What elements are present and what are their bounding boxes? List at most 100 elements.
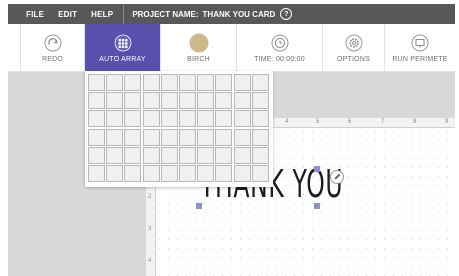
array-grid-cell[interactable] <box>251 146 269 164</box>
array-grid-cell[interactable] <box>106 128 124 146</box>
array-grid-cell[interactable] <box>233 110 251 128</box>
array-grid-cell[interactable] <box>178 92 196 110</box>
ruler-tick: 4 <box>148 258 152 264</box>
array-grid-cell[interactable] <box>215 92 233 110</box>
color-swatch-icon <box>189 33 209 53</box>
toolbar: REDO AUTO ARRAY BIRCH TIME: 00:00:00 OPT… <box>8 24 455 72</box>
array-grid-cell[interactable] <box>197 110 215 128</box>
ruler-tick: 2 <box>148 194 152 200</box>
array-grid-cell[interactable] <box>251 164 269 182</box>
array-grid-cell[interactable] <box>88 92 105 110</box>
time-label: TIME: 00:00:00 <box>254 56 305 63</box>
array-grid-cell[interactable] <box>106 92 124 110</box>
array-grid-cell[interactable] <box>215 128 233 146</box>
perimeter-icon <box>411 33 429 53</box>
array-grid-cell[interactable] <box>124 128 142 146</box>
array-grid-cell[interactable] <box>142 74 160 91</box>
options-button[interactable]: OPTIONS <box>323 24 385 71</box>
array-grid-cell[interactable] <box>142 110 160 128</box>
project-name[interactable]: THANK YOU CARD <box>203 10 276 19</box>
clock-icon <box>271 33 289 53</box>
array-grid-cell[interactable] <box>142 92 160 110</box>
array-grid-cell[interactable] <box>233 128 251 146</box>
redo-icon <box>44 33 62 53</box>
array-grid-cell[interactable] <box>233 74 251 91</box>
run-perimeter-button[interactable]: RUN PERIMETE <box>385 24 455 71</box>
array-grid-cell[interactable] <box>178 164 196 182</box>
help-icon[interactable]: ? <box>280 8 293 20</box>
resize-handle[interactable] <box>196 203 202 209</box>
array-grid-cell[interactable] <box>215 110 233 128</box>
array-grid-cell[interactable] <box>197 128 215 146</box>
array-grid-cell[interactable] <box>124 164 142 182</box>
ruler-tick: 3 <box>148 226 152 232</box>
array-grid-cell[interactable] <box>88 74 105 91</box>
array-grid-cell[interactable] <box>233 164 251 182</box>
auto-array-button[interactable]: AUTO ARRAY <box>85 24 161 71</box>
array-grid-cell[interactable] <box>160 164 178 182</box>
resize-handle[interactable] <box>314 166 320 172</box>
array-grid-cell[interactable] <box>251 128 269 146</box>
array-grid-cell[interactable] <box>215 74 233 91</box>
array-grid-cell[interactable] <box>251 74 269 91</box>
menu-edit[interactable]: EDIT <box>58 10 77 19</box>
grid-icon <box>114 33 132 53</box>
array-grid-cell[interactable] <box>142 146 160 164</box>
menu-bar: FILE EDIT HELP PROJECT NAME: THANK YOU C… <box>8 4 455 24</box>
array-grid-cell[interactable] <box>142 164 160 182</box>
array-grid-cell[interactable] <box>160 92 178 110</box>
edit-text-button[interactable] <box>330 170 344 184</box>
menu-file[interactable]: FILE <box>26 10 44 19</box>
array-grid-cell[interactable] <box>106 146 124 164</box>
array-grid-cell[interactable] <box>197 74 215 91</box>
array-grid-cell[interactable] <box>88 128 105 146</box>
array-grid-cell[interactable] <box>197 146 215 164</box>
array-grid-cell[interactable] <box>197 92 215 110</box>
ruler-tick: 6 <box>348 119 352 125</box>
array-grid-cell[interactable] <box>124 92 142 110</box>
array-grid-cell[interactable] <box>160 74 178 91</box>
array-grid-cell[interactable] <box>124 146 142 164</box>
auto-array-popup <box>85 71 273 187</box>
time-button[interactable]: TIME: 00:00:00 <box>237 24 323 71</box>
array-grid-cell[interactable] <box>124 74 142 91</box>
run-perimeter-label: RUN PERIMETE <box>392 56 448 63</box>
material-label: BIRCH <box>187 56 210 63</box>
ruler-tick: 5 <box>316 119 320 125</box>
material-button[interactable]: BIRCH <box>161 24 237 71</box>
pencil-icon <box>333 168 342 186</box>
array-grid-cell[interactable] <box>142 128 160 146</box>
redo-label: REDO <box>41 56 64 63</box>
menu-help[interactable]: HELP <box>91 10 113 19</box>
array-grid-cell[interactable] <box>178 110 196 128</box>
array-grid-cell[interactable] <box>88 110 105 128</box>
array-grid-cell[interactable] <box>160 110 178 128</box>
array-grid-cell[interactable] <box>88 146 105 164</box>
project-name-label: PROJECT NAME: <box>132 9 199 19</box>
redo-button[interactable]: REDO <box>21 24 85 71</box>
array-grid-cell[interactable] <box>197 164 215 182</box>
array-grid-cell[interactable] <box>178 74 196 91</box>
array-grid-cell[interactable] <box>160 146 178 164</box>
resize-handle[interactable] <box>314 203 320 209</box>
array-grid-cell[interactable] <box>88 164 105 182</box>
toolbar-edge <box>8 24 21 71</box>
array-grid-cell[interactable] <box>106 164 124 182</box>
gear-icon <box>345 33 363 53</box>
array-grid-cell[interactable] <box>178 128 196 146</box>
ruler-tick: 7 <box>381 119 385 125</box>
array-grid-cell[interactable] <box>251 92 269 110</box>
array-grid-cell[interactable] <box>106 74 124 91</box>
array-grid-cell[interactable] <box>251 110 269 128</box>
array-grid-cell[interactable] <box>215 146 233 164</box>
array-grid-cell[interactable] <box>106 110 124 128</box>
array-grid-cell[interactable] <box>233 146 251 164</box>
array-grid <box>88 74 269 182</box>
array-grid-cell[interactable] <box>124 110 142 128</box>
array-grid-cell[interactable] <box>160 128 178 146</box>
array-grid-cell[interactable] <box>178 146 196 164</box>
ruler-tick: 8 <box>413 119 417 125</box>
ruler-tick: 4 <box>285 119 289 125</box>
array-grid-cell[interactable] <box>233 92 251 110</box>
array-grid-cell[interactable] <box>215 164 233 182</box>
